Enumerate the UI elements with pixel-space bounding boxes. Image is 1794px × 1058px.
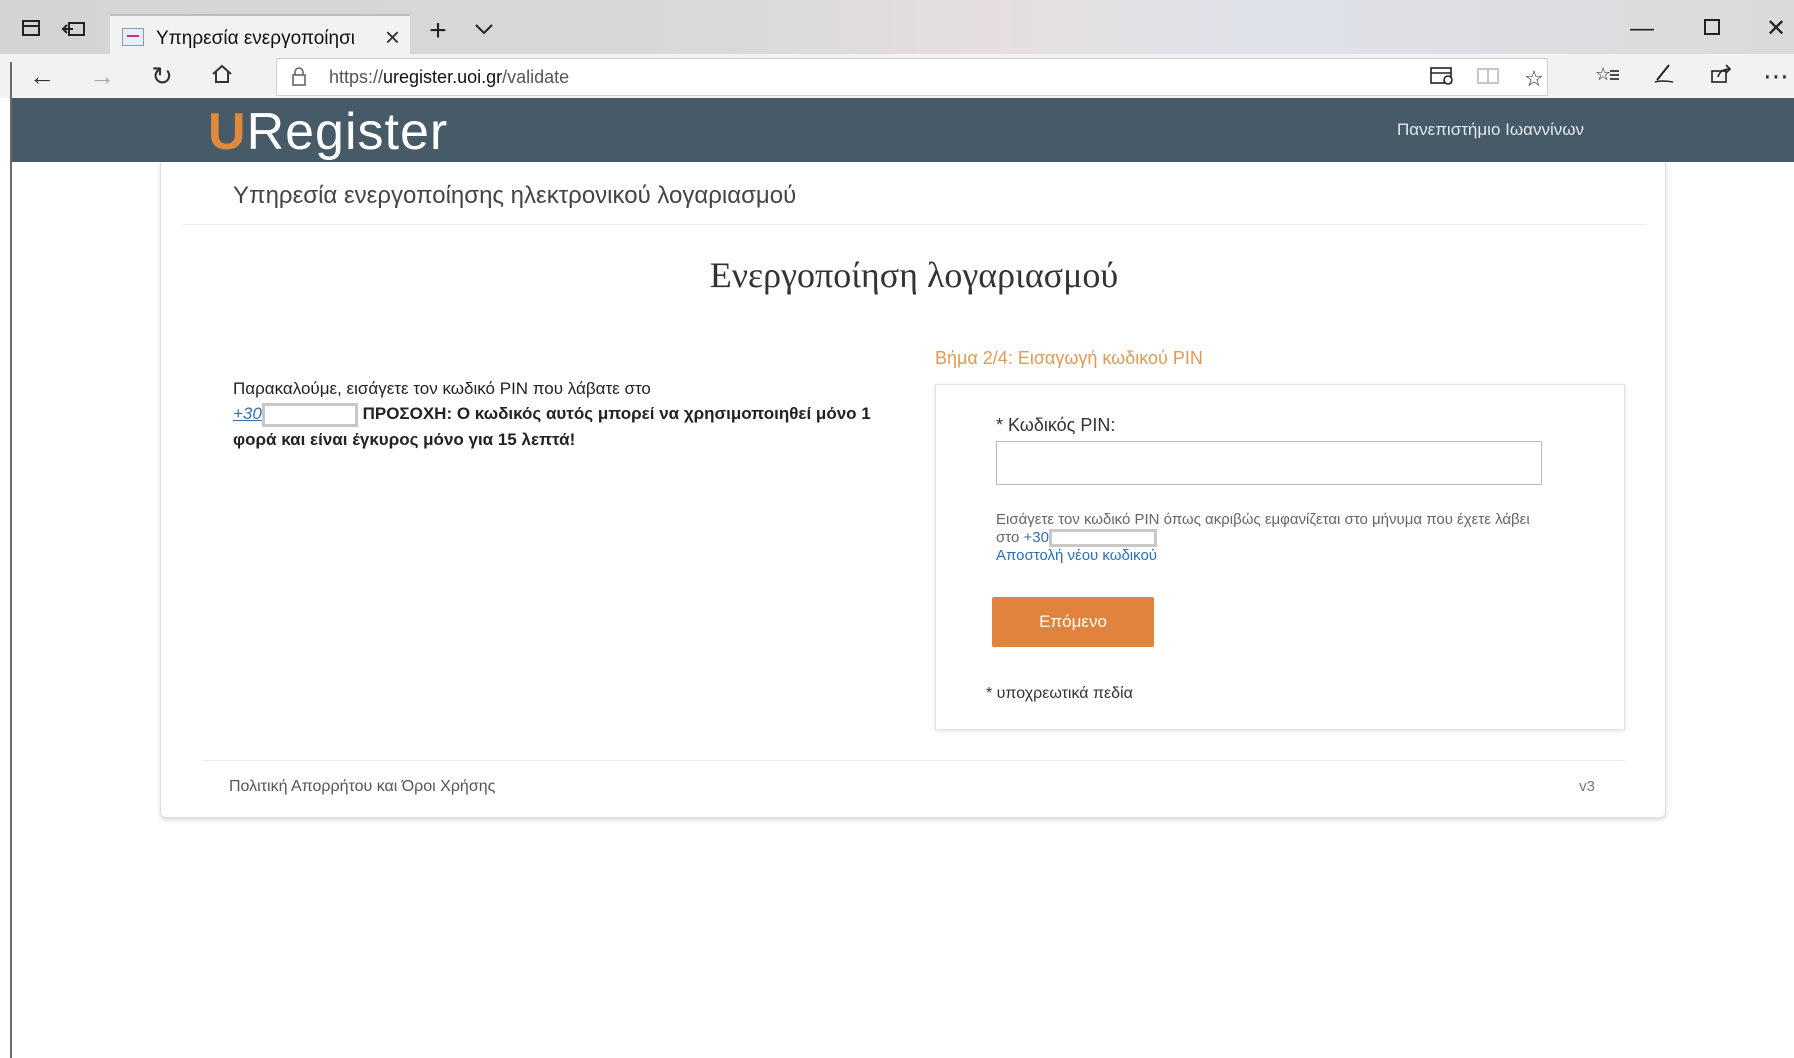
home-icon[interactable]: [202, 58, 242, 94]
instructions: Παρακαλούμε, εισάγετε τον κωδικό PIN που…: [233, 376, 873, 452]
chevron-down-icon[interactable]: [470, 18, 498, 44]
redacted-phone: [261, 402, 358, 427]
minimize-icon[interactable]: —: [1622, 12, 1662, 46]
star-icon[interactable]: ☆: [1517, 65, 1551, 93]
browser-tab-bar: Υπηρεσία ενεργοποίησι × + — ✕: [0, 0, 1794, 62]
main-panel: Υπηρεσία ενεργοποίησης ηλεκτρονικού λογα…: [160, 162, 1666, 818]
plus-icon[interactable]: +: [424, 16, 452, 46]
step-label: Βήμα 2/4: Εισαγωγή κωδικού PIN: [935, 348, 1203, 368]
resend-code-link[interactable]: Αποστολή νέου κωδικού: [996, 547, 1157, 564]
maximize-icon[interactable]: [1692, 12, 1732, 46]
address-bar[interactable]: https://uregister.uoi.gr/validate ☆: [276, 58, 1548, 96]
help-phone-link[interactable]: +30: [1024, 529, 1049, 546]
next-button[interactable]: Επόμενο: [992, 597, 1154, 647]
required-note: * υποχρεωτικά πεδία: [986, 685, 1133, 702]
svg-text:☆: ☆: [1595, 64, 1611, 84]
tab-title: Υπηρεσία ενεργοποίησι: [156, 28, 356, 49]
site-header: URegister Πανεπιστήμιο Ιωαννίνων: [10, 98, 1794, 162]
page-title: Ενεργοποίηση λογαριασμού: [709, 255, 1119, 295]
phone-link[interactable]: +30: [233, 404, 262, 423]
arrow-left-icon[interactable]: ←: [22, 58, 62, 94]
url-domain: uregister.uoi.gr: [383, 67, 503, 87]
version-label: v3: [1579, 778, 1595, 795]
tab-preview-icon[interactable]: [60, 18, 88, 44]
arrow-right-icon[interactable]: →: [82, 58, 122, 94]
share-icon[interactable]: [1702, 58, 1742, 94]
divider: [181, 224, 1647, 225]
favorites-list-icon[interactable]: ☆: [1588, 58, 1628, 94]
privacy-terms-link[interactable]: Πολιτική Απορρήτου και Όροι Χρήσης: [229, 778, 495, 796]
pin-label: * Κωδικός PIN:: [996, 415, 1116, 435]
uregister-logo[interactable]: URegister: [208, 102, 448, 162]
university-name: Πανεπιστήμιο Ιωαννίνων: [1397, 120, 1584, 139]
pin-help: Εισάγετε τον κωδικό PIN όπως ακριβώς εμφ…: [996, 511, 1556, 565]
refresh-icon[interactable]: ↻: [142, 58, 182, 94]
book-icon[interactable]: [1471, 65, 1505, 93]
more-icon[interactable]: ⋯: [1756, 58, 1794, 94]
pin-input[interactable]: [996, 441, 1542, 485]
url-text: https://uregister.uoi.gr/validate: [329, 67, 570, 87]
redacted-help-phone: [1048, 529, 1157, 548]
site-favicon-icon: [122, 28, 144, 46]
close-icon[interactable]: ✕: [1756, 12, 1794, 46]
pen-icon[interactable]: [1644, 58, 1684, 94]
reading-view-icon[interactable]: [1425, 65, 1459, 93]
window-left-border: [10, 62, 12, 1058]
lock-icon: [291, 67, 307, 87]
footer-divider: [203, 760, 1625, 761]
tab-close-icon[interactable]: ×: [385, 22, 400, 53]
pin-form: * Κωδικός PIN: Εισάγετε τον κωδικό PIN ό…: [935, 384, 1625, 730]
service-title: Υπηρεσία ενεργοποίησης ηλεκτρονικού λογα…: [233, 182, 797, 209]
tab-set-aside-icon[interactable]: [18, 18, 46, 44]
instructions-text: Παρακαλούμε, εισάγετε τον κωδικό PIN που…: [233, 379, 651, 398]
browser-nav-bar: ← → ↻ https://uregister.uoi.gr/validate …: [0, 54, 1794, 98]
